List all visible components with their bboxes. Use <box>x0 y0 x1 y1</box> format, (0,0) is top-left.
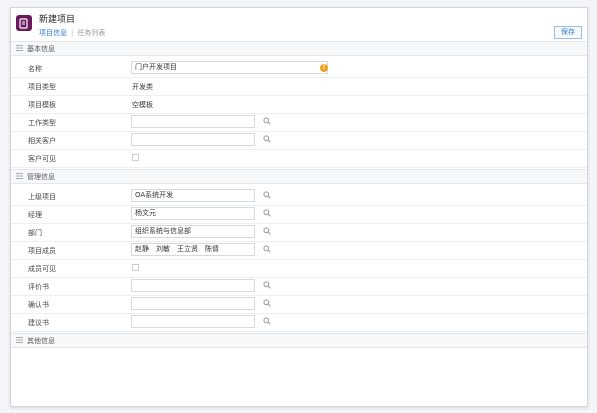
page-title: 新建项目 <box>39 15 76 25</box>
row-members: 项目成员 赵静 刘敏 王立贤 陈倩 <box>11 241 587 260</box>
tab-project-info[interactable]: 项目信息 <box>39 29 67 37</box>
row-manager: 经理 杨文元 <box>11 205 587 224</box>
search-icon[interactable] <box>263 299 271 307</box>
parent-project-input[interactable]: OA系统开发 <box>131 189 255 202</box>
field-label: 建议书 <box>28 319 49 327</box>
row-proposal: 建议书 <box>11 313 587 332</box>
document-icon <box>16 15 32 31</box>
row-customer-visible: 客户可见 <box>11 149 587 168</box>
save-button[interactable]: 保存 <box>554 26 582 39</box>
member-visible-checkbox[interactable] <box>132 264 139 271</box>
field-label: 工作类型 <box>28 119 56 127</box>
row-project-template: 项目模板 空模板 <box>11 95 587 114</box>
field-label: 名称 <box>28 65 42 73</box>
menu-icon <box>16 45 23 51</box>
row-related-customer: 相关客户 <box>11 131 587 150</box>
proposal-input[interactable] <box>131 315 255 328</box>
field-label: 项目模板 <box>28 101 56 109</box>
section-label: 管理信息 <box>27 173 55 181</box>
search-icon[interactable] <box>263 191 271 199</box>
field-label: 客户可见 <box>28 155 56 163</box>
menu-icon <box>16 173 23 179</box>
section-label: 其他信息 <box>27 337 55 345</box>
field-value: 空模板 <box>132 101 153 109</box>
search-icon[interactable] <box>263 245 271 253</box>
field-label: 部门 <box>28 229 42 237</box>
row-parent-project: 上级项目 OA系统开发 <box>11 187 587 206</box>
manager-input[interactable]: 杨文元 <box>131 207 255 220</box>
work-type-input[interactable] <box>131 115 255 128</box>
row-confirmation: 确认书 <box>11 295 587 314</box>
row-department: 部门 组织系统与信息部 <box>11 223 587 242</box>
row-work-type: 工作类型 <box>11 113 587 132</box>
search-icon[interactable] <box>263 227 271 235</box>
related-customer-input[interactable] <box>131 133 255 146</box>
warning-icon: ! <box>320 64 328 72</box>
field-label: 项目成员 <box>28 247 56 255</box>
confirmation-input[interactable] <box>131 297 255 310</box>
field-label: 相关客户 <box>28 137 56 145</box>
section-management[interactable]: 管理信息 <box>11 169 587 184</box>
name-input[interactable]: 门户开发项目 <box>131 61 328 74</box>
tab-separator: | <box>71 29 74 37</box>
section-label: 基本信息 <box>27 45 55 53</box>
members-input[interactable]: 赵静 刘敏 王立贤 陈倩 <box>131 243 255 256</box>
field-label: 确认书 <box>28 301 49 309</box>
tab-task-list[interactable]: 任务列表 <box>77 29 105 37</box>
row-evaluation: 评价书 <box>11 277 587 296</box>
field-value: 开发类 <box>132 83 153 91</box>
field-label: 成员可见 <box>28 265 56 273</box>
customer-visible-checkbox[interactable] <box>132 154 139 161</box>
evaluation-input[interactable] <box>131 279 255 292</box>
section-other[interactable]: 其他信息 <box>11 333 587 348</box>
row-name: 名称 门户开发项目 ! <box>11 59 587 78</box>
field-label: 项目类型 <box>28 83 56 91</box>
search-icon[interactable] <box>263 281 271 289</box>
row-member-visible: 成员可见 <box>11 259 587 278</box>
row-project-type: 项目类型 开发类 <box>11 77 587 96</box>
field-label: 评价书 <box>28 283 49 291</box>
department-input[interactable]: 组织系统与信息部 <box>131 225 255 238</box>
header: 新建项目 项目信息 | 任务列表 保存 <box>11 8 587 41</box>
search-icon[interactable] <box>263 209 271 217</box>
search-icon[interactable] <box>263 117 271 125</box>
project-window: 新建项目 项目信息 | 任务列表 保存 基本信息 名称 门户开发项目 ! 项目类型 … <box>10 7 588 407</box>
menu-icon <box>16 337 23 343</box>
section-basic[interactable]: 基本信息 <box>11 41 587 56</box>
field-label: 上级项目 <box>28 193 56 201</box>
search-icon[interactable] <box>263 135 271 143</box>
search-icon[interactable] <box>263 317 271 325</box>
tab-bar: 项目信息 | 任务列表 <box>39 28 105 38</box>
field-label: 经理 <box>28 211 42 219</box>
